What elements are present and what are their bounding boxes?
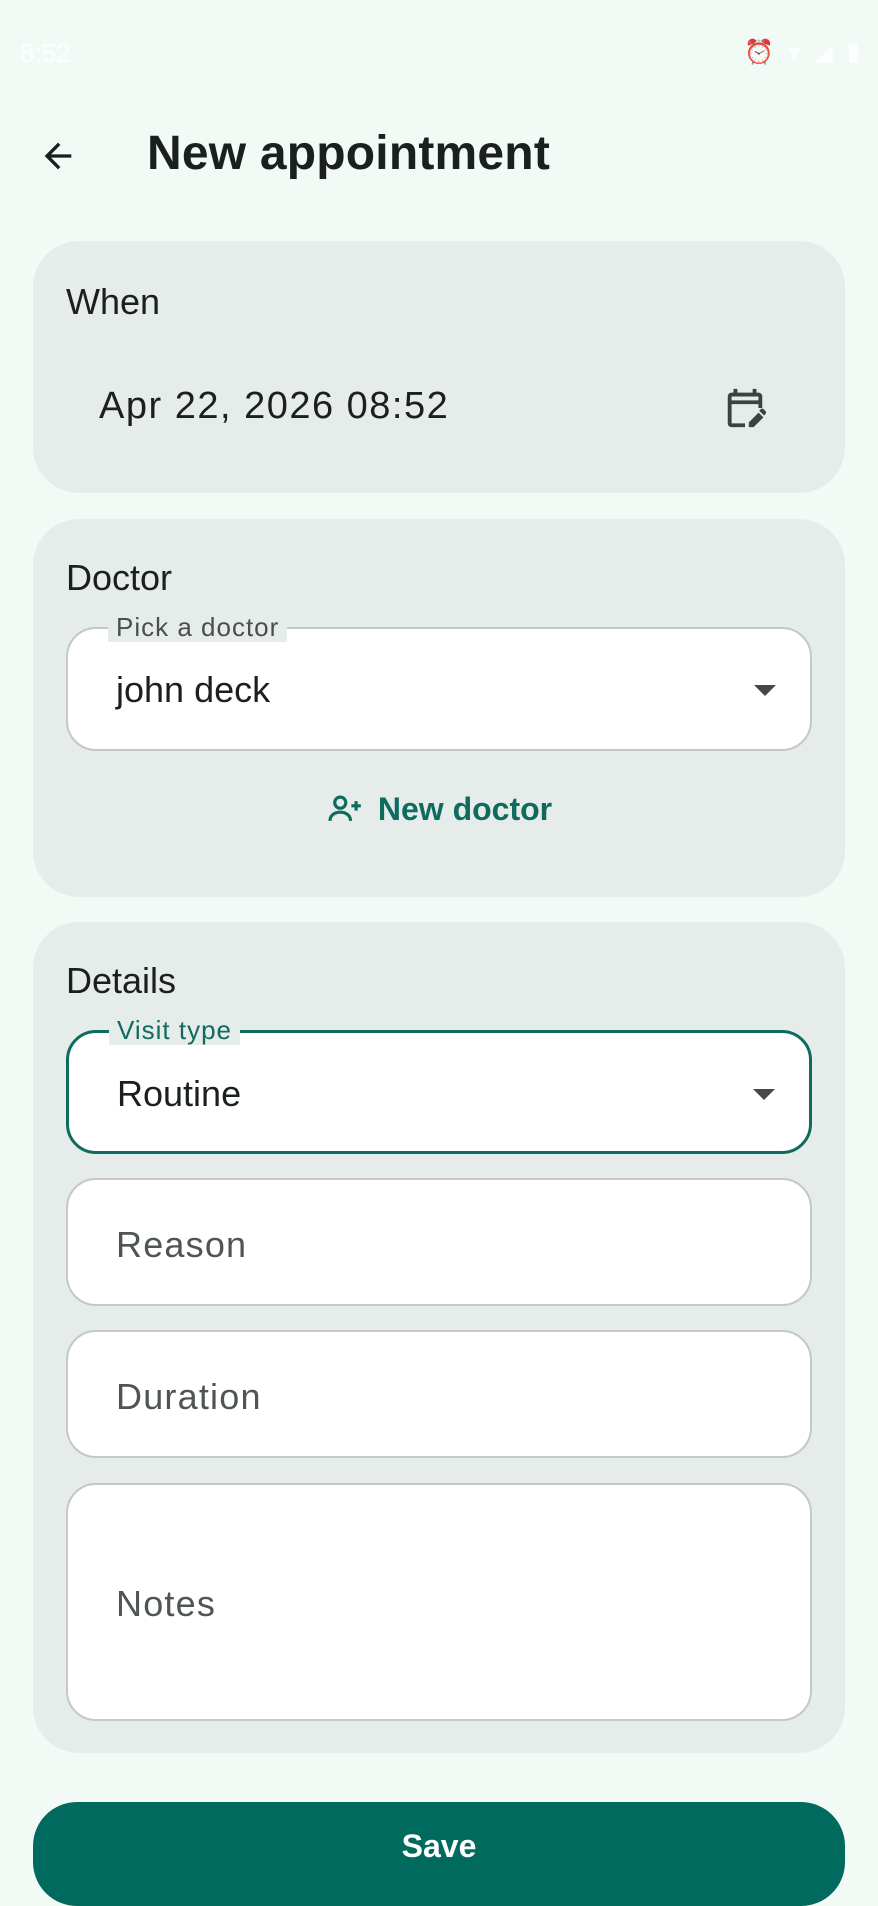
save-button-label: Save [401, 1828, 477, 1864]
app-bar: New appointment [0, 110, 878, 210]
visit-type-label: Visit type [109, 1015, 241, 1045]
details-card: Details Visit type Routine Reason Durati… [33, 922, 845, 1753]
doctor-selected-value: john deck [116, 669, 271, 710]
dropdown-arrow-icon [754, 685, 776, 696]
notes-placeholder: Notes [116, 1583, 217, 1624]
appointment-datetime[interactable]: Apr 22, 2026 08:52 [99, 385, 449, 428]
dropdown-arrow-icon [753, 1089, 775, 1100]
status-icons: ⏰ ▾ ◢ ▮ [744, 38, 860, 67]
edit-date-button[interactable] [713, 376, 777, 440]
new-doctor-button[interactable]: New doctor [33, 781, 845, 837]
reason-placeholder: Reason [116, 1224, 248, 1265]
status-bar: 8:52 ⏰ ▾ ◢ ▮ [0, 0, 878, 110]
notes-input[interactable]: Notes [66, 1483, 812, 1721]
signal-icon: ◢ [814, 39, 833, 66]
save-button[interactable]: Save [33, 1802, 845, 1906]
visit-type-dropdown[interactable]: Visit type Routine [66, 1015, 812, 1154]
visit-type-value: Routine [117, 1073, 242, 1114]
doctor-section-title: Doctor [66, 557, 173, 598]
wifi-icon: ▾ [788, 39, 801, 66]
person-add-icon [328, 795, 361, 822]
duration-placeholder: Duration [116, 1376, 262, 1417]
details-section-title: Details [66, 960, 177, 1001]
alarm-icon: ⏰ [744, 39, 775, 66]
duration-input[interactable]: Duration [66, 1330, 812, 1458]
new-doctor-label: New doctor [377, 790, 553, 827]
battery-icon: ▮ [846, 39, 860, 66]
arrow-left-icon [44, 142, 72, 170]
status-time: 8:52 [20, 38, 71, 68]
calendar-edit-icon [727, 388, 767, 428]
doctor-dropdown[interactable]: Pick a doctor john deck [66, 612, 812, 751]
reason-input[interactable]: Reason [66, 1178, 812, 1306]
page-title: New appointment [147, 127, 551, 180]
when-card: When Apr 22, 2026 08:52 [33, 241, 845, 493]
back-button[interactable] [26, 124, 90, 188]
when-section-title: When [66, 281, 161, 322]
doctor-field-label: Pick a doctor [108, 612, 288, 642]
doctor-card: Doctor Pick a doctor john deck New docto… [33, 519, 845, 897]
